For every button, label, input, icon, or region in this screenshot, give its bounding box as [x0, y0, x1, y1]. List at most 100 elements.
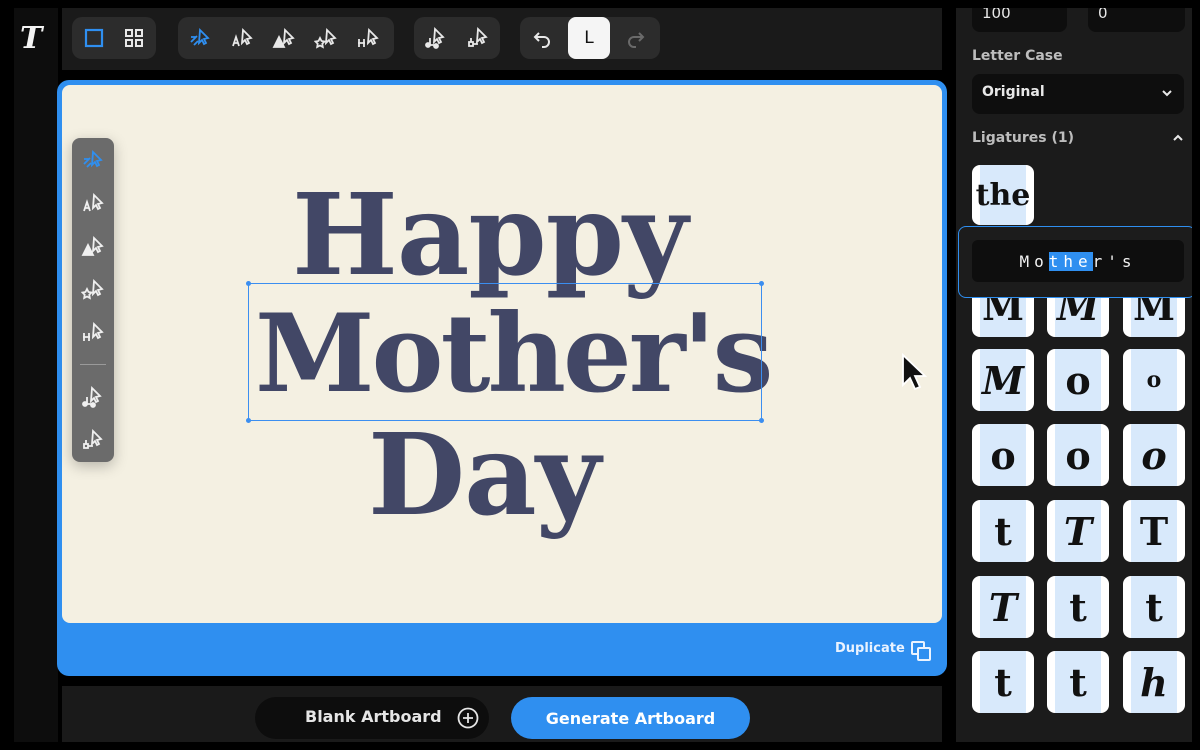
mouse-cursor-icon: [902, 353, 928, 391]
spacing-style-button[interactable]: [348, 17, 388, 59]
palette-decorative-style[interactable]: [77, 273, 109, 305]
resize-handle[interactable]: [759, 281, 764, 286]
view-group: [72, 17, 156, 59]
bottom-bar: [62, 686, 942, 750]
ligature-the-tile[interactable]: the: [972, 165, 1034, 225]
glyph-alternate-tile[interactable]: t: [1047, 651, 1109, 713]
generate-artboard-button[interactable]: Generate Artboard: [511, 697, 750, 739]
glyph-char: h: [1140, 659, 1168, 705]
palette-divider: [80, 364, 106, 365]
redo-icon: [628, 32, 645, 48]
glyph-alternate-tile[interactable]: t: [972, 500, 1034, 562]
spacing-style-icon: [358, 27, 379, 47]
glyph-alternate-tile[interactable]: t: [1047, 576, 1109, 638]
preview-before: Mo: [1019, 251, 1049, 271]
single-view-button[interactable]: [74, 17, 114, 59]
ligature-preview: Mo the r's: [972, 240, 1184, 282]
headline-line-1[interactable]: Happy: [292, 180, 688, 292]
random-style-icon: [83, 149, 103, 168]
redo-button[interactable]: [616, 17, 656, 59]
glyph-alternate-tile[interactable]: o: [1047, 424, 1109, 486]
glyph-alternate-tile[interactable]: o: [1123, 349, 1185, 411]
ligatures-label: Ligatures (1): [972, 130, 1074, 146]
node-connect-button[interactable]: [416, 17, 456, 59]
glyph-char: o: [1146, 367, 1162, 393]
glyph-char: t: [994, 508, 1012, 554]
grid-view-icon: [125, 29, 143, 47]
glyph-alternate-tile[interactable]: t: [1123, 576, 1185, 638]
node-alt-button[interactable]: [458, 17, 498, 59]
resize-handle[interactable]: [246, 418, 251, 423]
chevron-up-icon[interactable]: [1171, 131, 1185, 145]
palette-spacing-style[interactable]: [77, 316, 109, 348]
undo-icon: [533, 32, 550, 48]
left-rail: [14, 0, 58, 750]
spacing-style-icon: [83, 321, 104, 341]
letter-style-icon: [83, 192, 104, 212]
node-connect-icon: [425, 26, 445, 49]
random-style-icon: [190, 27, 210, 46]
headline-line-3[interactable]: Day: [368, 420, 601, 532]
glyph-alternate-tile[interactable]: M: [972, 349, 1034, 411]
glyph-alternate-tile[interactable]: T: [972, 576, 1034, 638]
glyph-char: o: [1065, 357, 1091, 403]
letter-style-icon: [232, 27, 253, 47]
weight-style-button[interactable]: [264, 17, 304, 59]
decorative-style-icon: [81, 278, 104, 300]
plus-circle-icon: [457, 707, 479, 729]
glyph-char: t: [994, 659, 1012, 705]
palette-node-alt[interactable]: [77, 424, 109, 456]
palette-weight-style[interactable]: [77, 230, 109, 262]
glyph-alternate-tile[interactable]: o: [972, 424, 1034, 486]
type-tools-group: [178, 17, 394, 59]
layout-toggle-button[interactable]: L: [568, 17, 610, 59]
decorative-style-button[interactable]: [306, 17, 346, 59]
letter-case-label: Letter Case: [972, 48, 1063, 64]
selection-box[interactable]: [246, 281, 764, 423]
app-logo[interactable]: T: [20, 22, 50, 56]
glyph-alternate-tile[interactable]: t: [972, 651, 1034, 713]
glyph-char: o: [1065, 432, 1091, 478]
node-alt-icon: [468, 26, 488, 47]
undo-button[interactable]: [522, 17, 562, 59]
style-palette: [72, 138, 114, 462]
glyph-char: o: [990, 432, 1016, 478]
grid-view-button[interactable]: [114, 17, 154, 59]
preview-after: r's: [1092, 251, 1137, 271]
glyph-alternate-tile[interactable]: T: [1047, 500, 1109, 562]
duplicate-button[interactable]: Duplicate: [835, 641, 905, 661]
weight-style-icon: [81, 235, 104, 256]
glyph-alternate-tile[interactable]: o: [1123, 424, 1185, 486]
node-connect-icon: [82, 385, 102, 408]
random-style-button[interactable]: [180, 17, 220, 59]
glyph-char: M: [981, 357, 1025, 403]
glyph-char: T: [988, 584, 1018, 630]
top-toolbar: L: [62, 0, 942, 70]
size-input[interactable]: 100: [972, 0, 1067, 32]
resize-handle[interactable]: [246, 281, 251, 286]
glyph-char: t: [1069, 584, 1087, 630]
preview-highlight: the: [1048, 251, 1093, 271]
palette-node-connect[interactable]: [77, 381, 109, 413]
glyph-char: T: [1139, 508, 1169, 554]
glyph-char: o: [1141, 432, 1167, 478]
glyph-alternate-tile[interactable]: T: [1123, 500, 1185, 562]
letter-style-button[interactable]: [222, 17, 262, 59]
glyph-char: t: [1069, 659, 1087, 705]
connect-tools-group: [414, 17, 500, 59]
resize-handle[interactable]: [759, 418, 764, 423]
glyph-alternate-tile[interactable]: h: [1123, 651, 1185, 713]
duplicate-icon[interactable]: [910, 640, 932, 662]
offset-input[interactable]: 0: [1088, 0, 1185, 32]
letter-case-value: Original: [982, 84, 1045, 100]
blank-artboard-label: Blank Artboard: [305, 707, 442, 726]
weight-style-icon: [272, 27, 295, 48]
ligature-sample: the: [975, 177, 1031, 213]
palette-random-style[interactable]: [77, 144, 109, 176]
glyph-alternate-tile[interactable]: o: [1047, 349, 1109, 411]
glyph-char: t: [1145, 584, 1163, 630]
chevron-down-icon: [1162, 90, 1172, 97]
palette-letter-style[interactable]: [77, 187, 109, 219]
single-view-icon: [84, 28, 104, 48]
history-group: L: [520, 17, 660, 59]
